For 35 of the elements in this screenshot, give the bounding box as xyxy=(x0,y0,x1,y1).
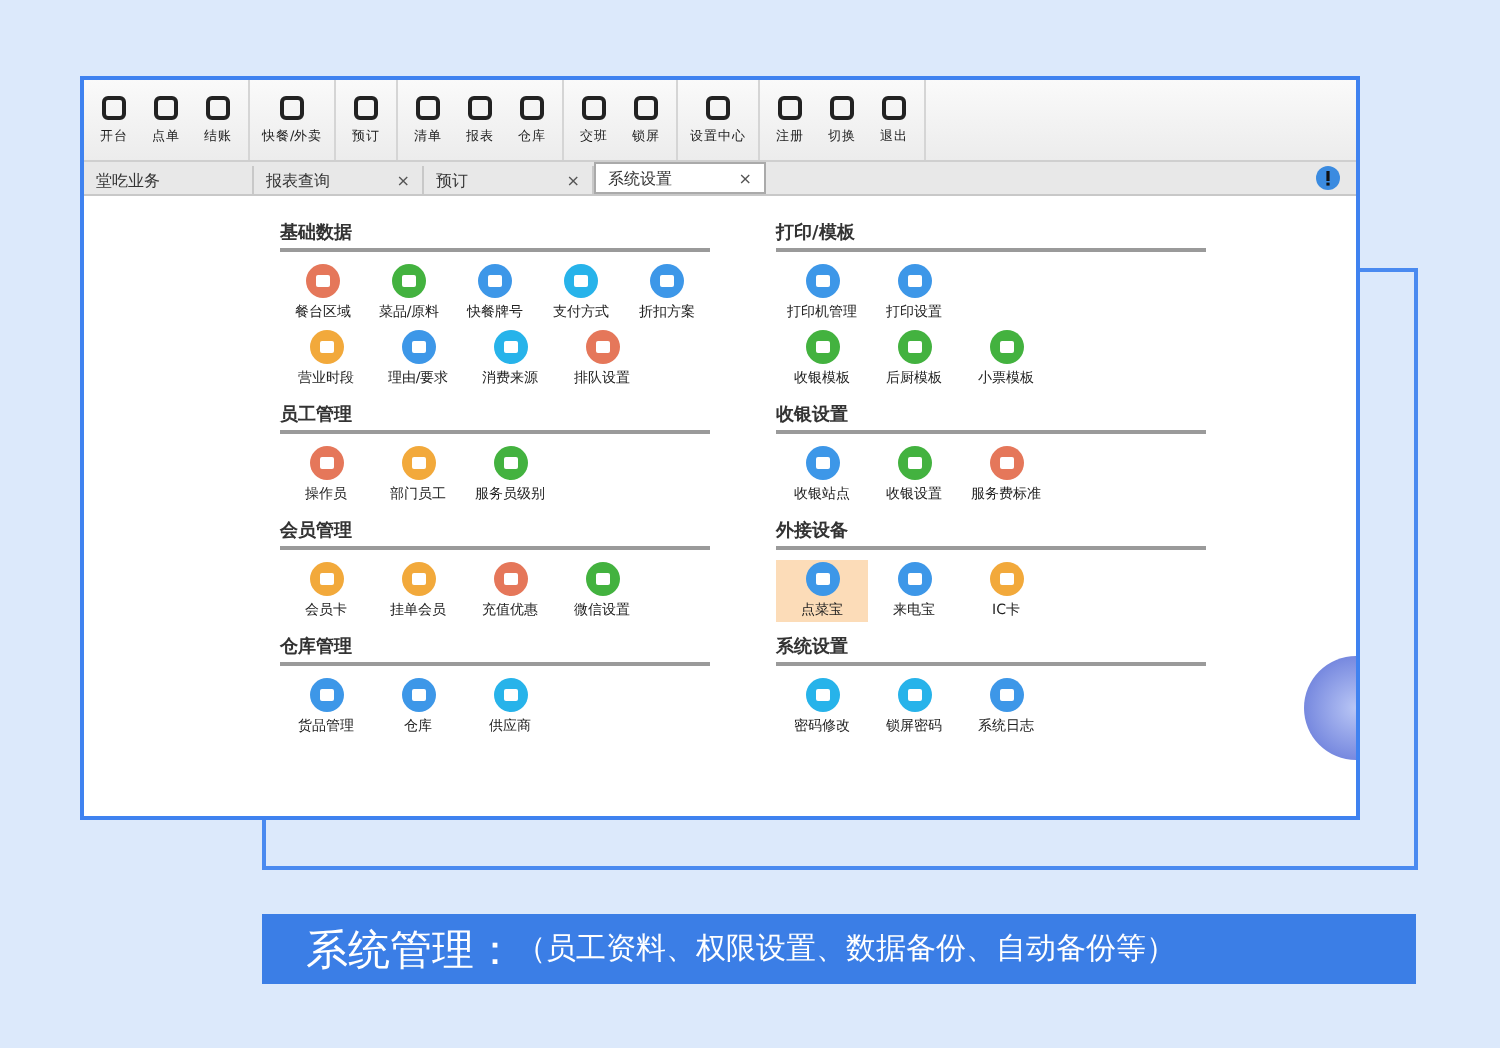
toolbar-icon xyxy=(414,94,443,122)
tab-label: 系统设置 xyxy=(608,167,672,189)
toolbar-icon xyxy=(466,94,495,122)
tab-label: 堂吃业务 xyxy=(96,169,160,191)
section-heading: 员工管理 xyxy=(280,402,710,434)
toolbar-icon xyxy=(880,94,909,122)
toolbar-icon xyxy=(632,94,661,122)
section-heading: 外接设备 xyxy=(776,518,1206,550)
tab-label: 预订 xyxy=(436,169,468,191)
tab[interactable]: 报表查询 × xyxy=(254,166,424,194)
close-tab-button[interactable]: × xyxy=(566,171,580,189)
close-tab-button[interactable]: × xyxy=(396,171,410,189)
section-heading: 基础数据 xyxy=(280,220,710,252)
section-heading: 打印/模板 xyxy=(776,220,1206,252)
toolbar-icon xyxy=(776,94,805,122)
tab[interactable]: 系统设置 × xyxy=(594,162,766,194)
toolbar-icon xyxy=(100,94,128,122)
caption-title: 系统管理： xyxy=(306,923,516,977)
toolbar-icon xyxy=(580,94,609,122)
section-heading: 系统设置 xyxy=(776,634,1206,666)
tab-label: 报表查询 xyxy=(266,169,330,191)
toolbar-icon xyxy=(204,94,232,122)
toolbar-icon xyxy=(518,94,547,122)
toolbar-icon xyxy=(704,94,733,122)
section-heading: 会员管理 xyxy=(280,518,710,550)
info-icon[interactable] xyxy=(1316,166,1340,190)
section-heading: 仓库管理 xyxy=(280,634,710,666)
section-heading: 收银设置 xyxy=(776,402,1206,434)
toolbar-icon xyxy=(278,94,307,122)
toolbar-icon xyxy=(828,94,857,122)
close-tab-button[interactable]: × xyxy=(738,169,752,187)
toolbar-icon xyxy=(352,94,381,122)
caption-text: （员工资料、权限设置、数据备份、自动备份等） xyxy=(516,930,1176,968)
toolbar-icon xyxy=(152,94,180,122)
tab[interactable]: 堂吃业务 xyxy=(84,166,254,194)
